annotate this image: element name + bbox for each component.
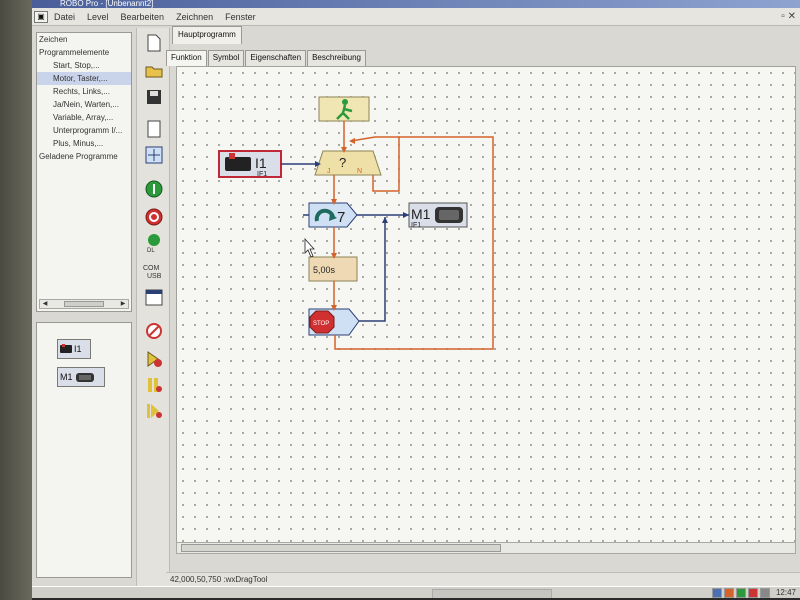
svg-text:COM: COM <box>143 265 160 272</box>
status-bar: 42,000,50,750 :wxDragTool <box>166 572 800 586</box>
tab-hauptprogramm[interactable]: Hauptprogramm <box>172 26 242 44</box>
motor-icon <box>435 207 463 223</box>
menu-level[interactable]: Level <box>87 12 109 22</box>
program-canvas[interactable]: ? J N I1 IF1 7 M1 IF1 5,00s STOP <box>176 66 796 554</box>
debug-step-icon[interactable] <box>143 400 165 422</box>
tray-office-icon[interactable] <box>724 588 734 598</box>
element-tree: Zeichen Programmelemente Start, Stop,...… <box>36 32 132 312</box>
debug-pause-icon[interactable] <box>143 374 165 396</box>
page-icon[interactable] <box>143 118 165 140</box>
input-sub-label: IF1 <box>257 171 267 178</box>
stop-sign-text: STOP <box>313 321 329 327</box>
tree-scrollbar[interactable]: ◀ ▶ <box>39 299 129 309</box>
menu-bar: ▣ Datei Level Bearbeiten Zeichnen Fenste… <box>32 8 800 26</box>
start-icon[interactable] <box>143 178 165 200</box>
input-label: I1 <box>255 155 267 171</box>
taskbar: 12:47 <box>32 586 800 598</box>
debug-run-icon[interactable] <box>143 348 165 370</box>
save-icon[interactable] <box>143 86 165 108</box>
view-tabs: Funktion Symbol Eigenschaften Beschreibu… <box>166 50 367 66</box>
tree-item-programmelemente[interactable]: Programmelemente <box>37 46 131 59</box>
open-folder-icon[interactable] <box>143 60 165 82</box>
element-preview: I1 M1 <box>36 322 132 578</box>
preview-input-label: I1 <box>74 344 82 354</box>
download-icon[interactable]: DL <box>143 232 165 254</box>
tree-item-motor-taster[interactable]: Motor, Taster,... <box>37 72 131 85</box>
tray-network-icon[interactable] <box>712 588 722 598</box>
monitor-bezel <box>0 0 32 600</box>
tree-item-geladene-programme[interactable]: Geladene Programme <box>37 150 131 163</box>
tray-alert-icon[interactable] <box>748 588 758 598</box>
calendar-icon[interactable] <box>143 286 165 308</box>
tray-security-icon[interactable] <box>736 588 746 598</box>
tree-item-unterprogramm[interactable]: Unterprogramm I/... <box>37 124 131 137</box>
svg-text:DL: DL <box>147 248 155 253</box>
menu-zeichnen[interactable]: Zeichnen <box>176 12 213 22</box>
canvas-scrollbar[interactable] <box>176 542 796 554</box>
tree-item-start-stop[interactable]: Start, Stop,... <box>37 59 131 72</box>
motor-sub-label: IF1 <box>411 222 421 229</box>
tree-item-rechts-links[interactable]: Rechts, Links,... <box>37 85 131 98</box>
tab-beschreibung[interactable]: Beschreibung <box>307 50 366 66</box>
input-element[interactable]: I1 IF1 <box>218 150 282 178</box>
tab-symbol[interactable]: Symbol <box>207 50 245 66</box>
system-tray <box>712 588 770 598</box>
branch-label: ? <box>339 155 346 170</box>
subprogram-icon[interactable] <box>143 144 165 166</box>
scroll-left-icon[interactable]: ◀ <box>40 300 50 308</box>
stop-icon[interactable] <box>143 206 165 228</box>
tree-scroll-thumb[interactable] <box>64 301 104 307</box>
svg-text:USB: USB <box>147 273 162 280</box>
motor-icon <box>75 372 94 382</box>
debug-off-icon[interactable] <box>143 320 165 342</box>
motor-element[interactable]: M1 IF1 <box>408 202 468 229</box>
window-controls-icon[interactable]: ▫ ✕ <box>781 11 796 22</box>
window-title: ROBO Pro - [Unbenannt2] <box>60 0 154 8</box>
app-menu-icon[interactable]: ▣ <box>34 10 48 23</box>
branch-no-label: N <box>357 168 362 175</box>
branch-yes-label: J <box>327 168 331 175</box>
stop-element[interactable]: STOP <box>308 308 360 336</box>
status-text: 42,000,50,750 :wxDragTool <box>170 575 268 584</box>
clock: 12:47 <box>775 588 796 597</box>
app-window: ROBO Pro - [Unbenannt2] ▣ Datei Level Be… <box>32 0 800 598</box>
tree-item-zeichen[interactable]: Zeichen <box>37 33 131 46</box>
counter-element[interactable]: 7 <box>308 202 358 228</box>
counter-label: 7 <box>337 209 345 226</box>
tree-item-ja-nein[interactable]: Ja/Nein, Warten,... <box>37 98 131 111</box>
title-bar: ROBO Pro - [Unbenannt2] <box>32 0 800 8</box>
preview-motor-element[interactable]: M1 <box>57 367 105 387</box>
canvas-scroll-thumb[interactable] <box>181 544 501 552</box>
tree-item-variable-array[interactable]: Variable, Array,... <box>37 111 131 124</box>
preview-input-element[interactable]: I1 <box>57 339 91 359</box>
tree-item-plus-minus[interactable]: Plus, Minus,... <box>37 137 131 150</box>
scroll-right-icon[interactable]: ▶ <box>118 300 128 308</box>
vertical-toolbar: DL COM USB <box>136 28 170 588</box>
motor-label: M1 <box>411 206 431 222</box>
wait-label: 5,00s <box>313 265 336 275</box>
tab-funktion[interactable]: Funktion <box>166 50 207 66</box>
wait-element[interactable]: 5,00s <box>308 256 358 282</box>
new-file-icon[interactable] <box>143 32 165 54</box>
com-usb-icon[interactable]: COM USB <box>143 260 165 282</box>
tray-volume-icon[interactable] <box>760 588 770 598</box>
switch-icon <box>60 344 72 353</box>
stop-sign-icon: STOP <box>309 310 335 334</box>
data-flow-lines <box>281 163 409 322</box>
menu-fenster[interactable]: Fenster <box>225 12 256 22</box>
taskbar-button[interactable] <box>432 589 552 598</box>
start-element[interactable] <box>318 96 370 122</box>
program-tabs: Hauptprogramm <box>172 26 242 44</box>
preview-motor-label: M1 <box>60 372 73 382</box>
mouse-cursor-icon <box>304 237 315 258</box>
tab-eigenschaften[interactable]: Eigenschaften <box>245 50 307 66</box>
menu-datei[interactable]: Datei <box>54 12 75 22</box>
flowchart: ? J N I1 IF1 7 M1 IF1 5,00s STOP <box>218 96 494 350</box>
menu-bearbeiten[interactable]: Bearbeiten <box>121 12 165 22</box>
branch-element[interactable]: ? J N <box>314 150 382 176</box>
